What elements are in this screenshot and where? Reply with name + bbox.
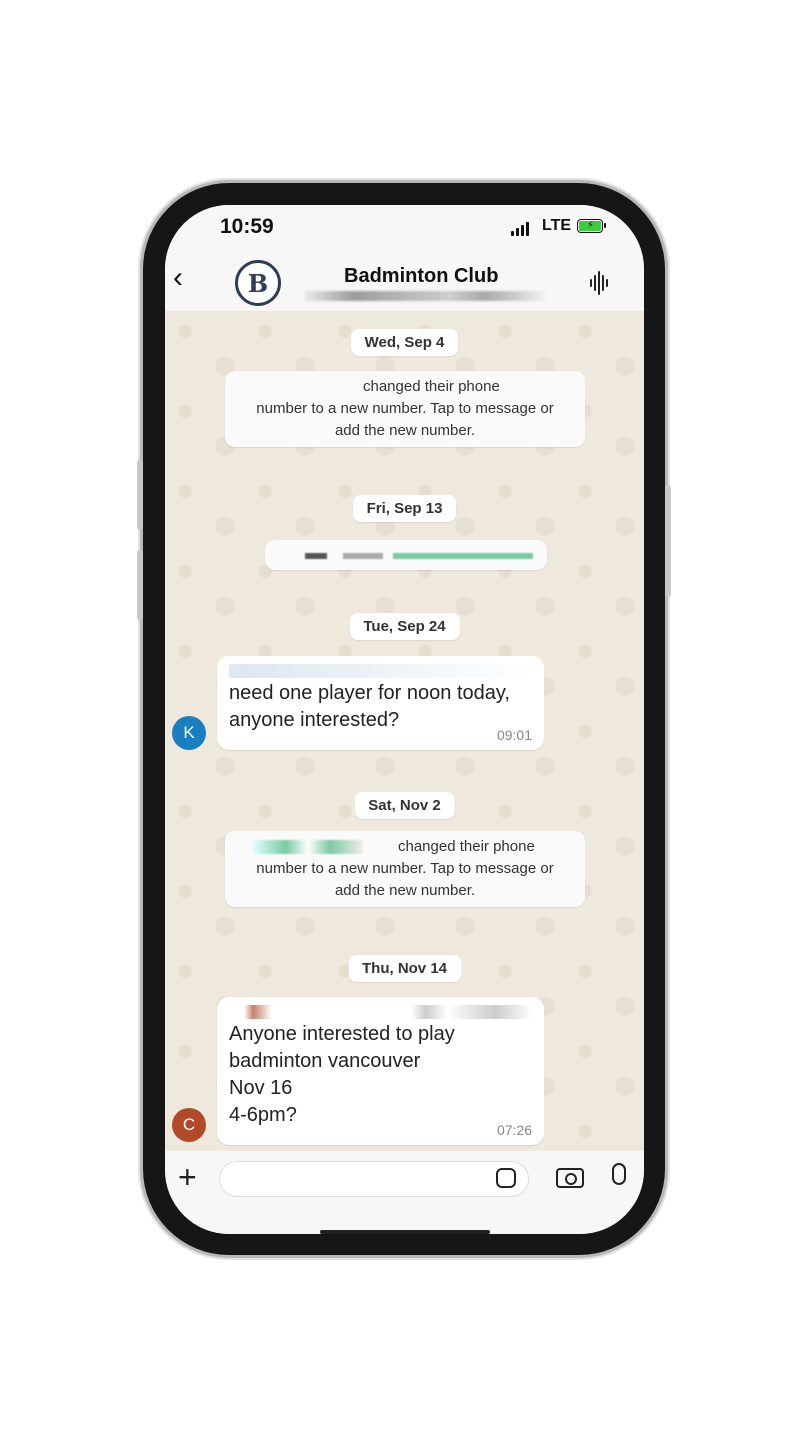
system-message[interactable]: changed their phone number to a new numb…: [225, 831, 585, 907]
power-button: [665, 485, 671, 597]
system-message-line: add the new number.: [334, 422, 476, 439]
system-message-line: changed their phone: [363, 378, 500, 395]
date-separator: Wed, Sep 4: [350, 329, 459, 356]
group-avatar-letter: B: [247, 268, 269, 298]
message-bubble[interactable]: Anyone interested to play badminton vanc…: [217, 997, 544, 1145]
sticker-icon[interactable]: [496, 1168, 516, 1188]
blurred-sender-name: [229, 664, 532, 678]
sender-avatar[interactable]: K: [172, 716, 206, 750]
system-message-line: add the new number.: [334, 882, 476, 899]
system-message-text: changed their phone: [398, 838, 535, 855]
voice-call-icon[interactable]: [590, 271, 608, 295]
message-bubble[interactable]: need one player for noon today, anyone i…: [217, 656, 544, 750]
message-text: Anyone interested to play badminton vanc…: [229, 1023, 455, 1126]
screen: 10:59 LTE ⚡ ‹ B Badminton Club Wed, Sep …: [165, 205, 644, 1234]
status-bar: 10:59 LTE ⚡: [165, 205, 644, 251]
signal-icon: [511, 222, 529, 236]
blurred-members-list: [305, 291, 545, 301]
chat-title[interactable]: Badminton Club: [344, 265, 498, 288]
message-input[interactable]: [219, 1161, 529, 1197]
message-text: need one player for noon today, anyone i…: [229, 682, 510, 731]
date-separator: Tue, Sep 24: [349, 613, 460, 640]
volume-down-button: [137, 550, 143, 620]
system-message-line: changed their phone: [233, 836, 577, 858]
network-label: LTE: [542, 217, 572, 234]
back-chevron-icon[interactable]: ‹: [173, 263, 183, 293]
volume-up-button: [137, 460, 143, 530]
sender-avatar[interactable]: C: [172, 1108, 206, 1142]
message-time: 09:01: [496, 727, 532, 743]
group-avatar[interactable]: B: [235, 260, 281, 306]
system-message-line: number to a new number. Tap to message o…: [256, 860, 554, 877]
camera-icon[interactable]: [556, 1168, 584, 1188]
date-separator: Thu, Nov 14: [347, 955, 462, 982]
chat-header: ‹ B Badminton Club: [165, 251, 644, 311]
chat-area[interactable]: Wed, Sep 4 changed their phone number to…: [165, 311, 644, 1151]
battery-icon: ⚡: [577, 219, 606, 233]
blurred-system-message: [265, 540, 547, 570]
blurred-contact-name: [253, 840, 363, 854]
date-separator: Sat, Nov 2: [354, 792, 455, 819]
system-message-line: number to a new number. Tap to message o…: [256, 400, 554, 417]
date-separator: Fri, Sep 13: [352, 495, 457, 522]
blurred-sender-name: [229, 1005, 532, 1019]
message-time: 07:26: [496, 1122, 532, 1138]
status-time: 10:59: [220, 215, 274, 238]
system-message[interactable]: changed their phone number to a new numb…: [225, 371, 585, 447]
composer-bar: +: [165, 1151, 644, 1234]
home-indicator: [320, 1230, 490, 1234]
plus-icon[interactable]: +: [178, 1159, 197, 1195]
microphone-icon[interactable]: [612, 1163, 626, 1185]
